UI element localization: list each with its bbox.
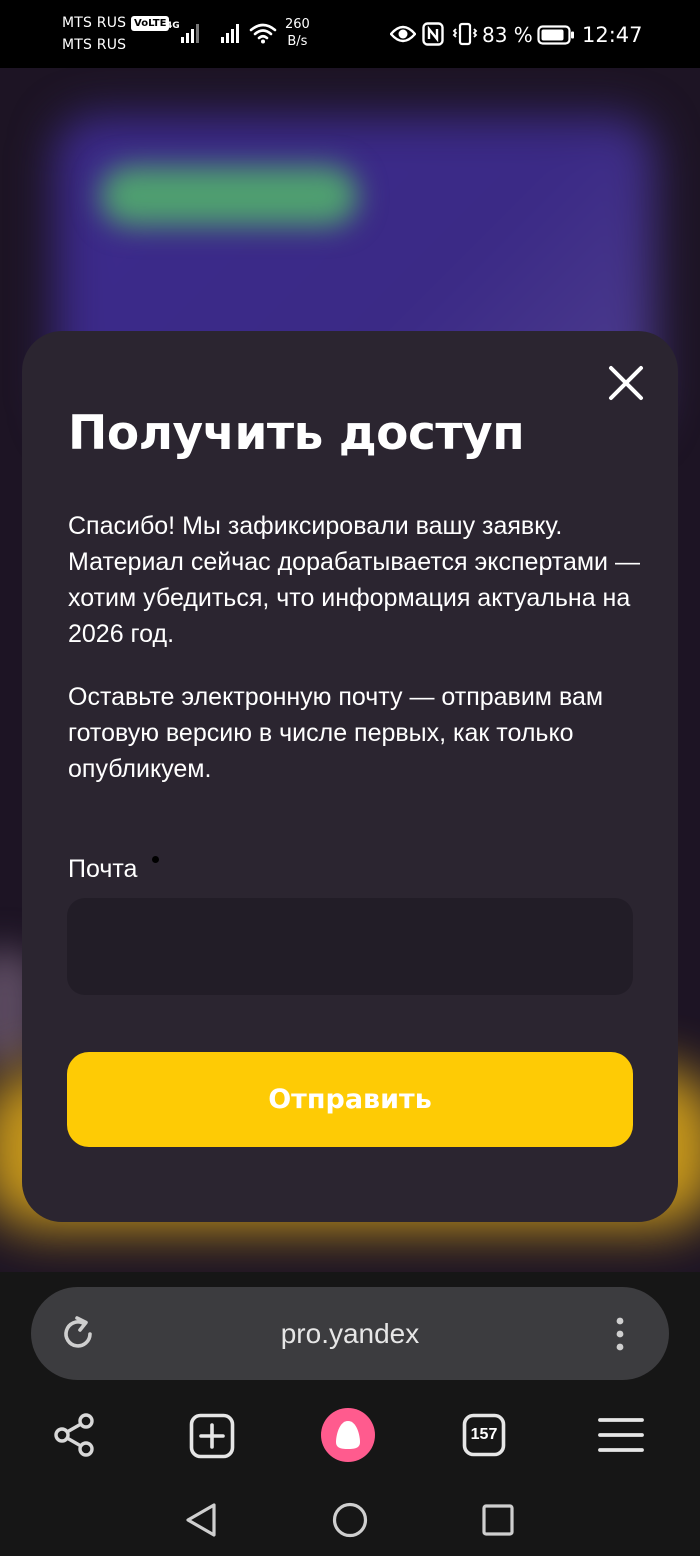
carrier-name-sim1: MTS RUS	[62, 15, 127, 31]
alice-button[interactable]	[321, 1408, 375, 1462]
access-modal: Получить доступ Спасибо! Мы зафиксировал…	[22, 331, 678, 1222]
net-speed: 260 B/s	[285, 16, 310, 50]
close-icon[interactable]	[604, 361, 648, 405]
email-field[interactable]	[67, 898, 633, 995]
email-field-label: Почта	[68, 855, 138, 883]
more-vertical-icon[interactable]	[614, 1315, 626, 1353]
clock: 12:47	[582, 23, 643, 47]
address-bar[interactable]: pro.yandex	[31, 1287, 669, 1380]
url-text[interactable]: pro.yandex	[31, 1287, 669, 1380]
eye-icon	[390, 25, 416, 43]
status-bar: MTS RUS MTS RUS VoLTE 4G 260 B/s 83 % 12…	[0, 0, 700, 68]
carrier-name-sim2: MTS RUS	[62, 37, 127, 53]
battery-percent: 83 %	[482, 23, 533, 47]
modal-paragraph-email-request: Оставьте электронную почту — отправим ва…	[68, 683, 604, 783]
home-icon[interactable]	[332, 1502, 368, 1538]
network-type-label: 4G	[166, 21, 180, 31]
back-icon[interactable]	[184, 1502, 218, 1538]
net-speed-value: 260	[285, 17, 310, 32]
recents-icon[interactable]	[482, 1504, 514, 1536]
wifi-icon	[249, 23, 277, 44]
tabs-count: 157	[470, 1426, 498, 1443]
volte-badge: VoLTE	[131, 16, 170, 31]
new-tab-icon[interactable]	[189, 1413, 235, 1459]
browser-bottom-bar: pro.yandex 157	[0, 1272, 700, 1556]
vibrate-icon	[452, 22, 478, 46]
required-marker	[152, 856, 159, 863]
nfc-icon	[422, 22, 444, 46]
alice-icon	[336, 1421, 360, 1449]
signal-sim1-icon	[181, 24, 199, 43]
modal-paragraph-thanks: Спасибо! Мы зафиксировали вашу заявку. М…	[68, 512, 640, 648]
net-speed-unit: B/s	[287, 34, 308, 49]
signal-sim2-icon	[221, 24, 239, 43]
background-green-pill	[100, 166, 358, 226]
submit-button[interactable]: Отправить	[67, 1052, 633, 1147]
menu-icon[interactable]	[597, 1417, 645, 1453]
share-icon[interactable]	[52, 1412, 98, 1458]
modal-title: Получить доступ	[68, 406, 525, 461]
battery-icon	[537, 25, 574, 45]
tabs-button[interactable]: 157	[462, 1413, 506, 1457]
